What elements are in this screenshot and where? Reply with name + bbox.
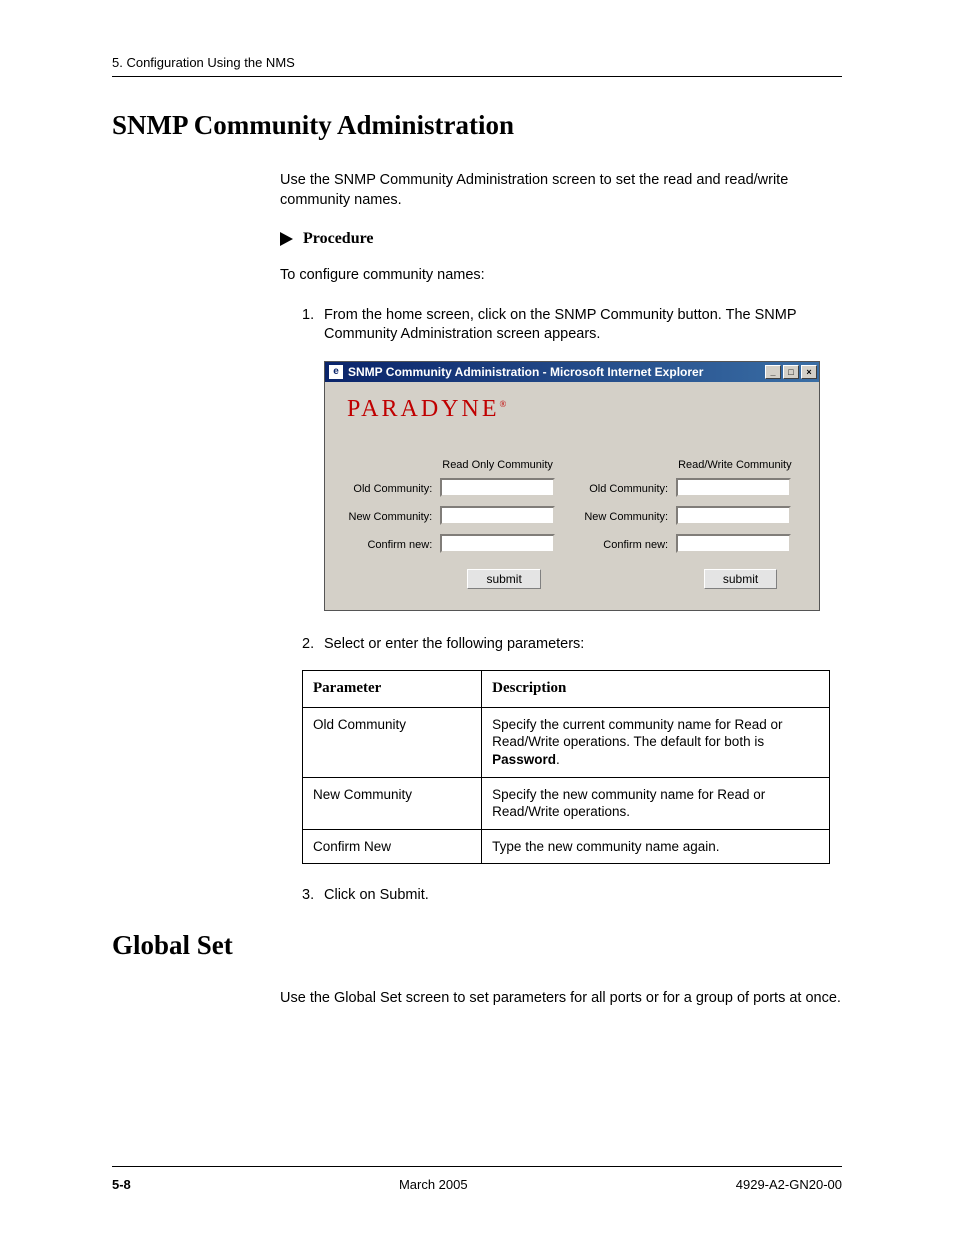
- table-row: Confirm New Type the new community name …: [303, 829, 830, 864]
- confirm-new-input-right[interactable]: [676, 534, 791, 553]
- step-number: 1.: [302, 306, 324, 345]
- new-community-input-left[interactable]: [440, 506, 555, 525]
- panel-title-left: Read Only Community: [436, 455, 572, 475]
- param-name: New Community: [303, 777, 482, 829]
- param-desc: Specify the current community name for R…: [482, 707, 830, 777]
- procedure-arrow-icon: [280, 232, 293, 246]
- step-2: 2. Select or enter the following paramet…: [302, 635, 842, 655]
- step-list-cont2: 3. Click on Submit.: [302, 886, 842, 906]
- old-community-input-left[interactable]: [440, 478, 555, 497]
- procedure-heading: Procedure: [280, 230, 842, 248]
- chapter-label: 5. Configuration Using the NMS: [112, 55, 295, 70]
- close-button[interactable]: ×: [801, 365, 817, 379]
- table-row: Old Community Specify the current commun…: [303, 707, 830, 777]
- parameter-table: Parameter Description Old Community Spec…: [302, 670, 830, 864]
- step-text: From the home screen, click on the SNMP …: [324, 306, 842, 345]
- step-1: 1. From the home screen, click on the SN…: [302, 306, 842, 345]
- confirm-new-input-left[interactable]: [440, 534, 555, 553]
- window-body: PARADYNE® Read Only Community Old Commun…: [325, 382, 819, 610]
- brand-logo: PARADYNE®: [335, 392, 809, 455]
- read-only-panel: Read Only Community Old Community: New C…: [335, 455, 572, 592]
- new-community-input-right[interactable]: [676, 506, 791, 525]
- page-number: 5-8: [112, 1177, 131, 1192]
- step-text: Select or enter the following parameters…: [324, 635, 842, 655]
- embedded-screenshot: e SNMP Community Administration - Micros…: [324, 361, 820, 611]
- minimize-button[interactable]: _: [765, 365, 781, 379]
- submit-button-right[interactable]: submit: [704, 569, 777, 589]
- procedure-label: Procedure: [303, 230, 374, 248]
- step-number: 3.: [302, 886, 324, 906]
- window-titlebar: e SNMP Community Administration - Micros…: [325, 362, 819, 382]
- step-number: 2.: [302, 635, 324, 655]
- old-community-input-right[interactable]: [676, 478, 791, 497]
- section-title-globalset: Global Set: [112, 930, 842, 961]
- window-title: SNMP Community Administration - Microsof…: [348, 365, 703, 379]
- maximize-button[interactable]: □: [783, 365, 799, 379]
- label-old-left: Old Community:: [335, 475, 436, 503]
- param-name: Confirm New: [303, 829, 482, 864]
- label-new-left: New Community:: [335, 503, 436, 531]
- ie-icon: e: [329, 365, 343, 379]
- step-3: 3. Click on Submit.: [302, 886, 842, 906]
- label-confirm-right: Confirm new:: [572, 531, 672, 559]
- step-list: 1. From the home screen, click on the SN…: [302, 306, 842, 345]
- param-desc: Type the new community name again.: [482, 829, 830, 864]
- page-footer: 5-8 March 2005 4929-A2-GN20-00: [112, 1166, 842, 1192]
- read-write-panel: Read/Write Community Old Community: New …: [572, 455, 809, 592]
- param-desc: Specify the new community name for Read …: [482, 777, 830, 829]
- page-content: SNMP Community Administration Use the SN…: [112, 110, 842, 1028]
- step-list-cont: 2. Select or enter the following paramet…: [302, 635, 842, 655]
- page-header: 5. Configuration Using the NMS: [112, 55, 842, 77]
- procedure-intro: To configure community names:: [280, 266, 842, 286]
- header-description: Description: [482, 671, 830, 708]
- globalset-intro: Use the Global Set screen to set paramet…: [280, 989, 842, 1009]
- panel-title-right: Read/Write Community: [672, 455, 809, 475]
- section-intro: Use the SNMP Community Administration sc…: [280, 171, 842, 210]
- step-text: Click on Submit.: [324, 886, 842, 906]
- footer-docid: 4929-A2-GN20-00: [736, 1177, 842, 1192]
- header-parameter: Parameter: [303, 671, 482, 708]
- footer-date: March 2005: [399, 1177, 468, 1192]
- param-name: Old Community: [303, 707, 482, 777]
- label-confirm-left: Confirm new:: [335, 531, 436, 559]
- label-old-right: Old Community:: [572, 475, 672, 503]
- table-row: New Community Specify the new community …: [303, 777, 830, 829]
- label-new-right: New Community:: [572, 503, 672, 531]
- section-title-snmp: SNMP Community Administration: [112, 110, 842, 141]
- submit-button-left[interactable]: submit: [467, 569, 540, 589]
- table-header-row: Parameter Description: [303, 671, 830, 708]
